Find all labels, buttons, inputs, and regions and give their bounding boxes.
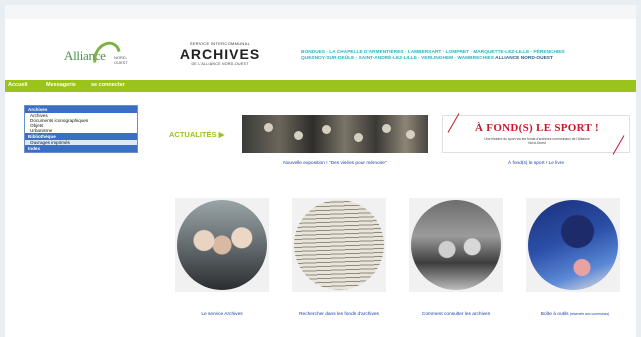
archives-title-block: SERVICE INTERCOMMUNAL ARCHIVES DE L'ALLI…: [175, 41, 265, 66]
card-toolbox-title: Boîte à outils: [540, 312, 569, 317]
exhibition-photo[interactable]: [242, 115, 428, 153]
card-toolbox[interactable]: [526, 198, 620, 292]
sport-banner-subtitle: Une histoire du sport via les fonds d'ar…: [484, 137, 590, 145]
card-toolbox-note: (réservée aux communes): [569, 312, 610, 316]
photo-figure: [322, 125, 331, 134]
alliance-logo[interactable]: Alliance NORD-OUEST: [62, 36, 132, 78]
page: Alliance NORD-OUEST SERVICE INTERCOMMUNA…: [5, 5, 636, 337]
service-team-photo: [177, 200, 267, 290]
nav-login[interactable]: se connecter: [91, 82, 125, 88]
logo-subtext: NORD-OUEST: [114, 55, 128, 65]
communes-line-2: QUESNOY-SUR-DEÛLE · SAINT-ANDRÉ-LEZ-LILL…: [301, 56, 581, 62]
communes-highlight: ALLIANCE NORD-OUEST: [495, 56, 553, 61]
menu-section-archives[interactable]: Archives: [25, 106, 137, 113]
photo-figure: [294, 131, 303, 140]
card-search-label[interactable]: Rechercher dans les fonds d'archives: [285, 312, 393, 317]
card-service-label[interactable]: Le service Archives: [175, 312, 269, 317]
news-label: ACTUALITÉS ▶: [169, 130, 225, 139]
communes-list: BONDUES · LA CHAPELLE D'ARMENTIÈRES · LA…: [301, 50, 581, 62]
slash-icon: [612, 135, 625, 155]
menu-section-index[interactable]: Index: [25, 145, 137, 152]
card-toolbox-label[interactable]: Boîte à outils (réservée aux communes): [519, 312, 631, 317]
sport-banner-title: À FOND(S) LE SPORT !: [475, 122, 599, 134]
photo-figure: [264, 123, 273, 132]
card-service[interactable]: [175, 198, 269, 292]
nav-bar: Accueil Messagerie se connecter: [5, 80, 636, 92]
photo-figure: [406, 130, 415, 139]
toolbox-illustration: [528, 200, 618, 290]
left-menu: Archives Archives Documents iconographiq…: [24, 105, 138, 153]
card-consult-label[interactable]: Comment consulter les archives: [405, 312, 507, 317]
sport-banner[interactable]: À FOND(S) LE SPORT ! Une histoire du spo…: [442, 113, 630, 155]
card-consult[interactable]: [409, 198, 503, 292]
handwritten-document-photo: [294, 200, 384, 290]
nav-messaging[interactable]: Messagerie: [46, 82, 76, 88]
photo-figure: [354, 133, 363, 142]
top-strip: [5, 5, 636, 19]
reading-room-photo: [411, 200, 501, 290]
communes-line-2-text: QUESNOY-SUR-DEÛLE · SAINT-ANDRÉ-LEZ-LILL…: [301, 56, 494, 61]
photo-figure: [382, 124, 391, 133]
card-search[interactable]: [292, 198, 386, 292]
menu-section-library[interactable]: Bibliothèque: [25, 133, 137, 140]
archives-subtitle: DE L'ALLIANCE NORD-OUEST: [191, 62, 249, 66]
archives-title: ARCHIVES: [179, 46, 261, 62]
sport-book-link[interactable]: À fond(s) le sport ! Le livre: [442, 161, 630, 166]
nav-home[interactable]: Accueil: [8, 82, 28, 88]
exhibition-link[interactable]: Nouvelle exposition ! "Des visées pour m…: [242, 161, 428, 166]
